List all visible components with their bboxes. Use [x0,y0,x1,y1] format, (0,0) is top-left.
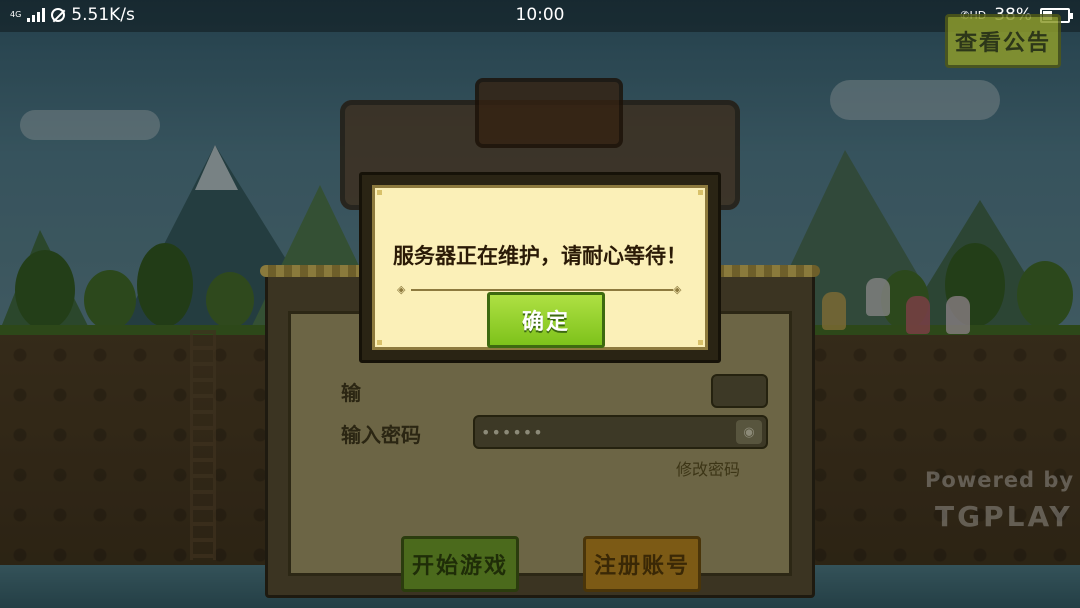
clock: 10:00 [515,5,565,25]
username-label: 输 [341,381,361,405]
ornament-icon: ◈ [397,283,406,296]
ornament-icon: ◈ [673,283,682,296]
powered-by-text: Powered by [925,468,1075,492]
password-input[interactable]: •••••• ◉ [473,415,768,449]
eye-icon[interactable]: ◉ [736,420,762,444]
dialog-paper: 服务器正在维护，请耐心等待！ ◈ ◈ 确定 [372,185,708,350]
corner-stud [698,190,703,195]
status-bar: 4G 5.51K/s 10:00 ✆HD 38% [0,0,1080,32]
brand-watermark: TGPLAY [935,500,1073,533]
password-label: 输入密码 [341,423,421,447]
maintenance-dialog: 服务器正在维护，请耐心等待！ ◈ ◈ 确定 [359,172,721,363]
register-account-button[interactable]: 注册账号 [583,536,701,592]
corner-stud [377,340,382,345]
confirm-button[interactable]: 确定 [487,292,605,348]
start-game-button[interactable]: 开始游戏 [401,536,519,592]
corner-stud [377,190,382,195]
username-input[interactable] [711,374,768,408]
corner-stud [698,340,703,345]
change-password-link[interactable]: 修改密码 [676,456,740,480]
dialog-message: 服务器正在维护，请耐心等待！ [393,244,687,268]
view-announcement-button[interactable]: 查看公告 [945,14,1061,68]
password-value: •••••• [481,423,544,442]
